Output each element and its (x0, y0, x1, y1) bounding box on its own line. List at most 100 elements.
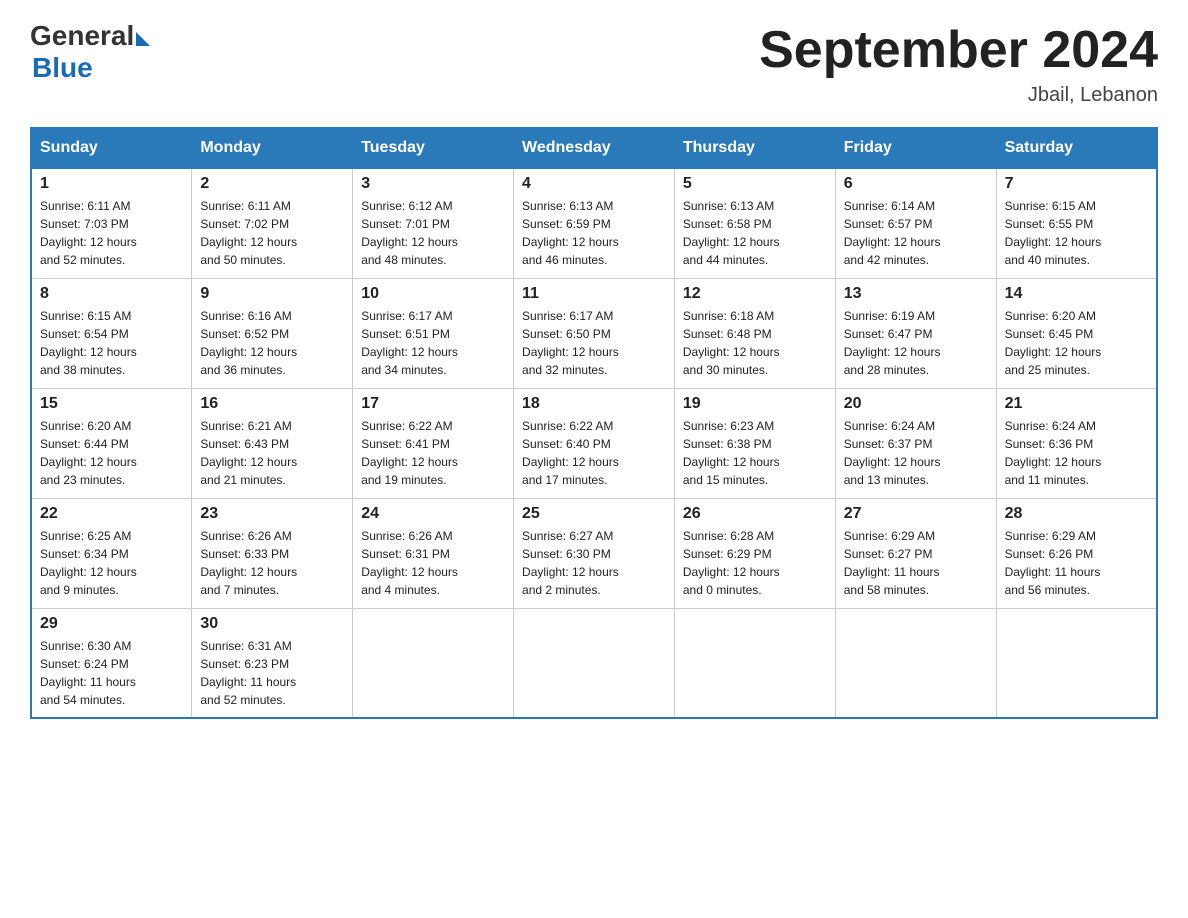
title-block: September 2024 Jbail, Lebanon (759, 20, 1158, 107)
day-cell: 4 Sunrise: 6:13 AMSunset: 6:59 PMDayligh… (514, 168, 675, 278)
day-info: Sunrise: 6:19 AMSunset: 6:47 PMDaylight:… (844, 307, 988, 379)
day-number: 13 (844, 285, 988, 303)
day-info: Sunrise: 6:24 AMSunset: 6:36 PMDaylight:… (1005, 417, 1148, 489)
day-info: Sunrise: 6:12 AMSunset: 7:01 PMDaylight:… (361, 197, 505, 269)
day-number: 17 (361, 395, 505, 413)
day-number: 23 (200, 505, 344, 523)
day-number: 25 (522, 505, 666, 523)
day-info: Sunrise: 6:31 AMSunset: 6:23 PMDaylight:… (200, 637, 344, 709)
col-sunday: Sunday (31, 128, 192, 168)
day-cell: 14 Sunrise: 6:20 AMSunset: 6:45 PMDaylig… (996, 278, 1157, 388)
day-number: 2 (200, 175, 344, 193)
day-number: 16 (200, 395, 344, 413)
day-cell: 5 Sunrise: 6:13 AMSunset: 6:58 PMDayligh… (674, 168, 835, 278)
day-number: 14 (1005, 285, 1148, 303)
day-number: 4 (522, 175, 666, 193)
day-info: Sunrise: 6:15 AMSunset: 6:55 PMDaylight:… (1005, 197, 1148, 269)
day-cell: 20 Sunrise: 6:24 AMSunset: 6:37 PMDaylig… (835, 388, 996, 498)
day-info: Sunrise: 6:22 AMSunset: 6:41 PMDaylight:… (361, 417, 505, 489)
day-cell (996, 608, 1157, 718)
day-info: Sunrise: 6:28 AMSunset: 6:29 PMDaylight:… (683, 527, 827, 599)
logo-blue-text: Blue (32, 52, 93, 84)
day-number: 5 (683, 175, 827, 193)
day-number: 6 (844, 175, 988, 193)
day-number: 30 (200, 615, 344, 633)
logo: General Blue (30, 20, 150, 84)
day-cell: 7 Sunrise: 6:15 AMSunset: 6:55 PMDayligh… (996, 168, 1157, 278)
day-info: Sunrise: 6:16 AMSunset: 6:52 PMDaylight:… (200, 307, 344, 379)
day-cell: 28 Sunrise: 6:29 AMSunset: 6:26 PMDaylig… (996, 498, 1157, 608)
day-cell: 30 Sunrise: 6:31 AMSunset: 6:23 PMDaylig… (192, 608, 353, 718)
col-wednesday: Wednesday (514, 128, 675, 168)
day-info: Sunrise: 6:26 AMSunset: 6:31 PMDaylight:… (361, 527, 505, 599)
week-row-1: 1 Sunrise: 6:11 AMSunset: 7:03 PMDayligh… (31, 168, 1157, 278)
day-cell: 29 Sunrise: 6:30 AMSunset: 6:24 PMDaylig… (31, 608, 192, 718)
day-info: Sunrise: 6:27 AMSunset: 6:30 PMDaylight:… (522, 527, 666, 599)
day-number: 27 (844, 505, 988, 523)
day-cell: 8 Sunrise: 6:15 AMSunset: 6:54 PMDayligh… (31, 278, 192, 388)
day-number: 12 (683, 285, 827, 303)
day-cell: 13 Sunrise: 6:19 AMSunset: 6:47 PMDaylig… (835, 278, 996, 388)
day-info: Sunrise: 6:11 AMSunset: 7:03 PMDaylight:… (40, 197, 183, 269)
day-info: Sunrise: 6:21 AMSunset: 6:43 PMDaylight:… (200, 417, 344, 489)
calendar-table: Sunday Monday Tuesday Wednesday Thursday… (30, 127, 1158, 719)
day-cell: 3 Sunrise: 6:12 AMSunset: 7:01 PMDayligh… (353, 168, 514, 278)
week-row-5: 29 Sunrise: 6:30 AMSunset: 6:24 PMDaylig… (31, 608, 1157, 718)
day-cell (514, 608, 675, 718)
day-number: 11 (522, 285, 666, 303)
col-saturday: Saturday (996, 128, 1157, 168)
day-cell: 18 Sunrise: 6:22 AMSunset: 6:40 PMDaylig… (514, 388, 675, 498)
calendar-title: September 2024 (759, 20, 1158, 80)
day-cell: 9 Sunrise: 6:16 AMSunset: 6:52 PMDayligh… (192, 278, 353, 388)
day-cell: 21 Sunrise: 6:24 AMSunset: 6:36 PMDaylig… (996, 388, 1157, 498)
day-info: Sunrise: 6:15 AMSunset: 6:54 PMDaylight:… (40, 307, 183, 379)
day-cell: 24 Sunrise: 6:26 AMSunset: 6:31 PMDaylig… (353, 498, 514, 608)
day-cell: 22 Sunrise: 6:25 AMSunset: 6:34 PMDaylig… (31, 498, 192, 608)
day-number: 18 (522, 395, 666, 413)
day-cell: 10 Sunrise: 6:17 AMSunset: 6:51 PMDaylig… (353, 278, 514, 388)
day-cell: 25 Sunrise: 6:27 AMSunset: 6:30 PMDaylig… (514, 498, 675, 608)
day-info: Sunrise: 6:23 AMSunset: 6:38 PMDaylight:… (683, 417, 827, 489)
day-number: 29 (40, 615, 183, 633)
day-info: Sunrise: 6:30 AMSunset: 6:24 PMDaylight:… (40, 637, 183, 709)
day-cell (674, 608, 835, 718)
day-number: 20 (844, 395, 988, 413)
day-number: 8 (40, 285, 183, 303)
day-info: Sunrise: 6:29 AMSunset: 6:27 PMDaylight:… (844, 527, 988, 599)
day-cell (835, 608, 996, 718)
day-cell: 1 Sunrise: 6:11 AMSunset: 7:03 PMDayligh… (31, 168, 192, 278)
day-cell: 17 Sunrise: 6:22 AMSunset: 6:41 PMDaylig… (353, 388, 514, 498)
day-info: Sunrise: 6:18 AMSunset: 6:48 PMDaylight:… (683, 307, 827, 379)
day-number: 22 (40, 505, 183, 523)
day-cell: 27 Sunrise: 6:29 AMSunset: 6:27 PMDaylig… (835, 498, 996, 608)
day-cell: 12 Sunrise: 6:18 AMSunset: 6:48 PMDaylig… (674, 278, 835, 388)
day-info: Sunrise: 6:20 AMSunset: 6:44 PMDaylight:… (40, 417, 183, 489)
day-info: Sunrise: 6:29 AMSunset: 6:26 PMDaylight:… (1005, 527, 1148, 599)
day-number: 3 (361, 175, 505, 193)
day-info: Sunrise: 6:26 AMSunset: 6:33 PMDaylight:… (200, 527, 344, 599)
day-cell: 11 Sunrise: 6:17 AMSunset: 6:50 PMDaylig… (514, 278, 675, 388)
day-number: 24 (361, 505, 505, 523)
day-info: Sunrise: 6:13 AMSunset: 6:59 PMDaylight:… (522, 197, 666, 269)
day-cell: 26 Sunrise: 6:28 AMSunset: 6:29 PMDaylig… (674, 498, 835, 608)
day-info: Sunrise: 6:17 AMSunset: 6:51 PMDaylight:… (361, 307, 505, 379)
logo-general-text: General (30, 20, 134, 52)
day-info: Sunrise: 6:25 AMSunset: 6:34 PMDaylight:… (40, 527, 183, 599)
page-header: General Blue September 2024 Jbail, Leban… (30, 20, 1158, 107)
header-row: Sunday Monday Tuesday Wednesday Thursday… (31, 128, 1157, 168)
week-row-3: 15 Sunrise: 6:20 AMSunset: 6:44 PMDaylig… (31, 388, 1157, 498)
day-info: Sunrise: 6:13 AMSunset: 6:58 PMDaylight:… (683, 197, 827, 269)
day-info: Sunrise: 6:17 AMSunset: 6:50 PMDaylight:… (522, 307, 666, 379)
day-info: Sunrise: 6:11 AMSunset: 7:02 PMDaylight:… (200, 197, 344, 269)
week-row-4: 22 Sunrise: 6:25 AMSunset: 6:34 PMDaylig… (31, 498, 1157, 608)
day-info: Sunrise: 6:24 AMSunset: 6:37 PMDaylight:… (844, 417, 988, 489)
day-number: 10 (361, 285, 505, 303)
week-row-2: 8 Sunrise: 6:15 AMSunset: 6:54 PMDayligh… (31, 278, 1157, 388)
day-cell: 15 Sunrise: 6:20 AMSunset: 6:44 PMDaylig… (31, 388, 192, 498)
day-cell: 6 Sunrise: 6:14 AMSunset: 6:57 PMDayligh… (835, 168, 996, 278)
day-number: 15 (40, 395, 183, 413)
col-tuesday: Tuesday (353, 128, 514, 168)
day-number: 28 (1005, 505, 1148, 523)
day-info: Sunrise: 6:14 AMSunset: 6:57 PMDaylight:… (844, 197, 988, 269)
col-friday: Friday (835, 128, 996, 168)
